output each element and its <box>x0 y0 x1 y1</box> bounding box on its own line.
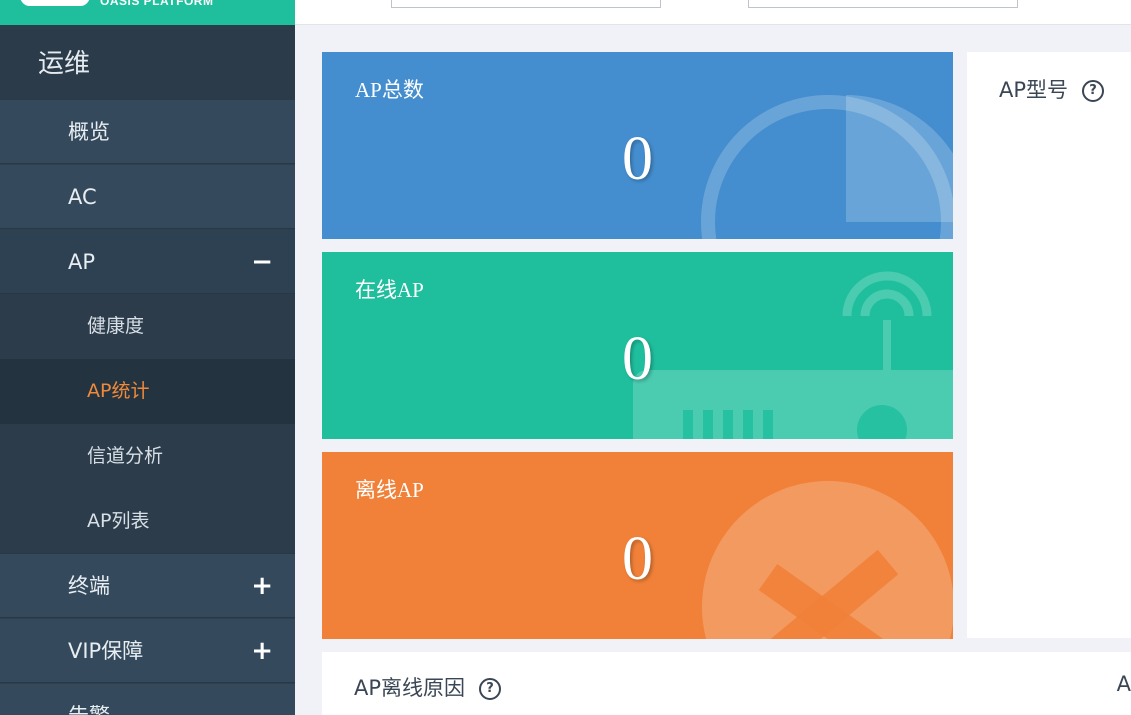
sidebar-item-label: AC <box>68 185 97 209</box>
sidebar-item-ap-stats[interactable]: AP统计 <box>0 359 295 424</box>
logo-subtitle: OASIS PLATFORM <box>100 0 214 8</box>
card-value: 0 <box>622 325 653 393</box>
sidebar-item-label: 信道分析 <box>87 445 164 467</box>
expand-icon[interactable]: + <box>251 554 273 618</box>
offline-x-icon <box>702 481 953 639</box>
card-title: AP总数 <box>355 78 424 102</box>
logo-icon <box>20 0 90 6</box>
collapse-icon[interactable]: − <box>251 230 273 294</box>
sidebar-item-ap-list[interactable]: AP列表 <box>0 489 295 554</box>
sidebar-item-channel-analysis[interactable]: 信道分析 <box>0 424 295 489</box>
sidebar-item-alarm[interactable]: 告警 <box>0 684 295 715</box>
card-value: 0 <box>622 525 653 593</box>
sidebar-item-label: VIP保障 <box>68 639 144 663</box>
sidebar-section-title: 运维 <box>0 25 295 100</box>
sidebar-item-label: AP统计 <box>87 380 150 402</box>
sidebar-item-label: 健康度 <box>87 315 145 337</box>
sidebar-item-health[interactable]: 健康度 <box>0 294 295 359</box>
help-icon[interactable]: ? <box>1082 80 1105 102</box>
sidebar-item-label: 概览 <box>68 120 110 144</box>
router-icon <box>633 271 953 439</box>
sidebar-item-vip[interactable]: VIP保障 + <box>0 619 295 683</box>
ap-offline-reason-panel: AP离线原因? A <box>322 652 1131 715</box>
sidebar-item-ac[interactable]: AC <box>0 165 295 229</box>
panel-title-text: AP型号 <box>999 78 1069 102</box>
sidebar-item-terminal[interactable]: 终端 + <box>0 554 295 618</box>
panel-title: AP型号? <box>999 74 1105 104</box>
pie-chart-icon <box>701 95 953 239</box>
sidebar-item-label: 终端 <box>68 574 110 598</box>
panel-edge-label: A <box>1116 672 1131 696</box>
filter-input[interactable] <box>748 0 1018 8</box>
expand-icon[interactable]: + <box>251 619 273 683</box>
sidebar: OASIS PLATFORM 运维 概览 AC AP − 健康度 AP统计 信道… <box>0 0 295 715</box>
card-title: 离线AP <box>355 478 424 502</box>
ap-offline-card: 离线AP 0 <box>322 452 953 639</box>
card-title: 在线AP <box>355 278 424 302</box>
ap-online-card: 在线AP 0 <box>322 252 953 439</box>
filter-input[interactable] <box>391 0 661 8</box>
ap-total-card: AP总数 0 <box>322 52 953 239</box>
sidebar-item-label: 告警 <box>68 704 110 715</box>
ap-model-panel: AP型号? <box>967 52 1131 638</box>
sidebar-item-label: AP列表 <box>87 510 150 532</box>
sidebar-item-ap[interactable]: AP − <box>0 230 295 294</box>
help-icon[interactable]: ? <box>479 678 502 700</box>
logo-bar[interactable]: OASIS PLATFORM <box>0 0 295 25</box>
top-toolbar <box>295 0 1131 25</box>
card-value: 0 <box>622 125 653 193</box>
sidebar-item-overview[interactable]: 概览 <box>0 100 295 164</box>
panel-title: AP离线原因? <box>354 672 502 702</box>
panel-title-text: AP离线原因 <box>354 676 466 700</box>
sidebar-item-label: AP <box>68 250 96 274</box>
